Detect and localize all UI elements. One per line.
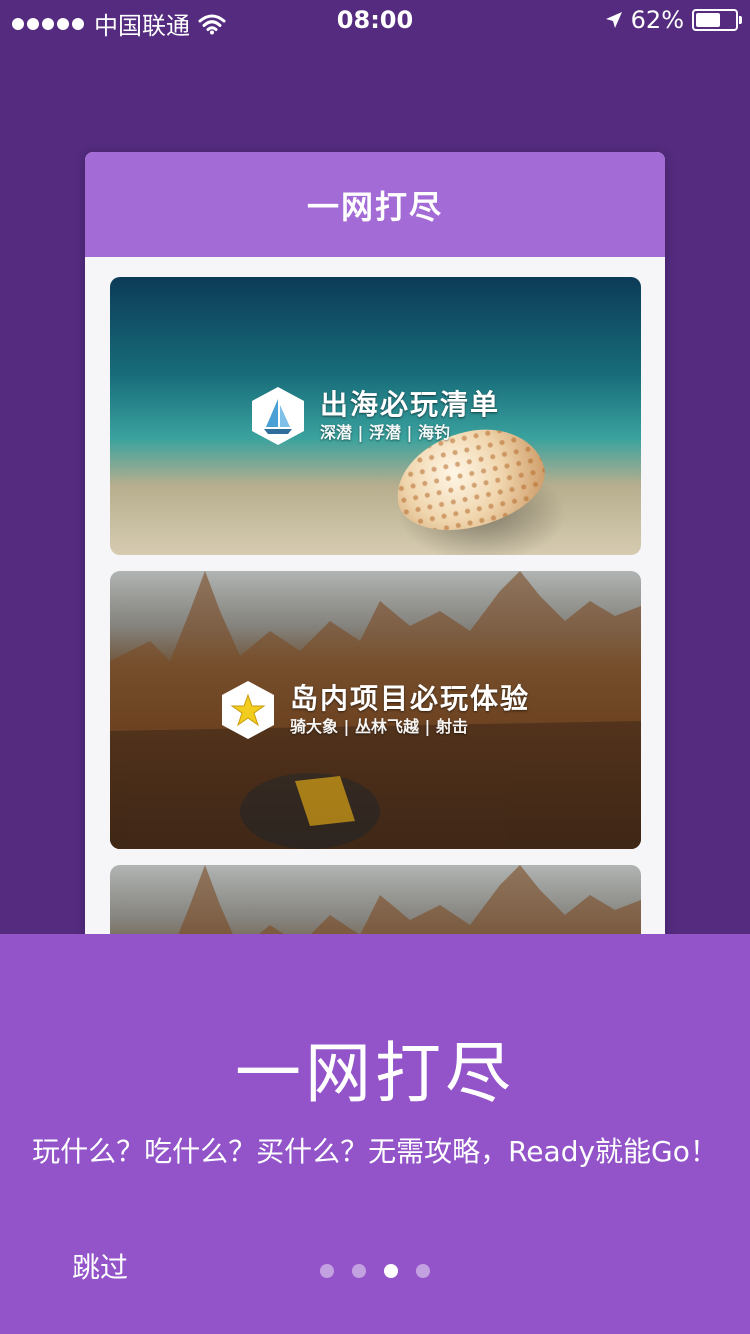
page-dot-4[interactable] xyxy=(416,1264,430,1278)
card-sea[interactable]: 出海必玩清单 深潜 | 浮潜 | 海钓 xyxy=(109,277,641,555)
page-dot-3[interactable] xyxy=(384,1264,398,1278)
page-dot-2[interactable] xyxy=(352,1264,366,1278)
preview-card: 一网打尽 出海必玩清单 深潜 | 浮潜 | 海钓 岛内项目必玩体验 骑大象 | … xyxy=(85,152,665,934)
preview-list: 出海必玩清单 深潜 | 浮潜 | 海钓 岛内项目必玩体验 骑大象 | 丛林飞越 … xyxy=(85,257,665,934)
card-temple[interactable]: 岛内项目必玩体验 骑大象 | 丛林飞越 | 射击 xyxy=(109,571,641,849)
sea-image xyxy=(109,277,641,555)
preview-header-title: 一网打尽 xyxy=(306,187,443,226)
temple-image xyxy=(109,865,641,934)
bottom-sheet: 一网打尽 玩什么？吃什么？买什么？无需攻略，Ready就能Go！ 跳过 xyxy=(0,934,750,1334)
seashell-image xyxy=(386,417,553,542)
seashell-pattern xyxy=(386,417,553,542)
status-right: 62% xyxy=(605,6,742,34)
onboarding-title: 一网打尽 xyxy=(235,1035,515,1112)
temple-silhouette xyxy=(109,571,641,849)
page-indicator xyxy=(0,1264,750,1278)
temple-image xyxy=(109,571,641,849)
card-temple-partial[interactable] xyxy=(109,865,641,934)
battery-icon xyxy=(692,9,742,31)
location-arrow-icon xyxy=(605,12,622,28)
onboarding-subtitle: 玩什么？吃什么？买什么？无需攻略，Ready就能Go！ xyxy=(32,1135,718,1168)
temple-silhouette xyxy=(177,865,641,934)
battery-fill xyxy=(696,13,720,27)
preview-header: 一网打尽 xyxy=(85,152,665,257)
page-dot-1[interactable] xyxy=(320,1264,334,1278)
battery-percent: 62% xyxy=(630,6,684,34)
status-bar: 中国联通 08:00 62% xyxy=(0,0,750,40)
